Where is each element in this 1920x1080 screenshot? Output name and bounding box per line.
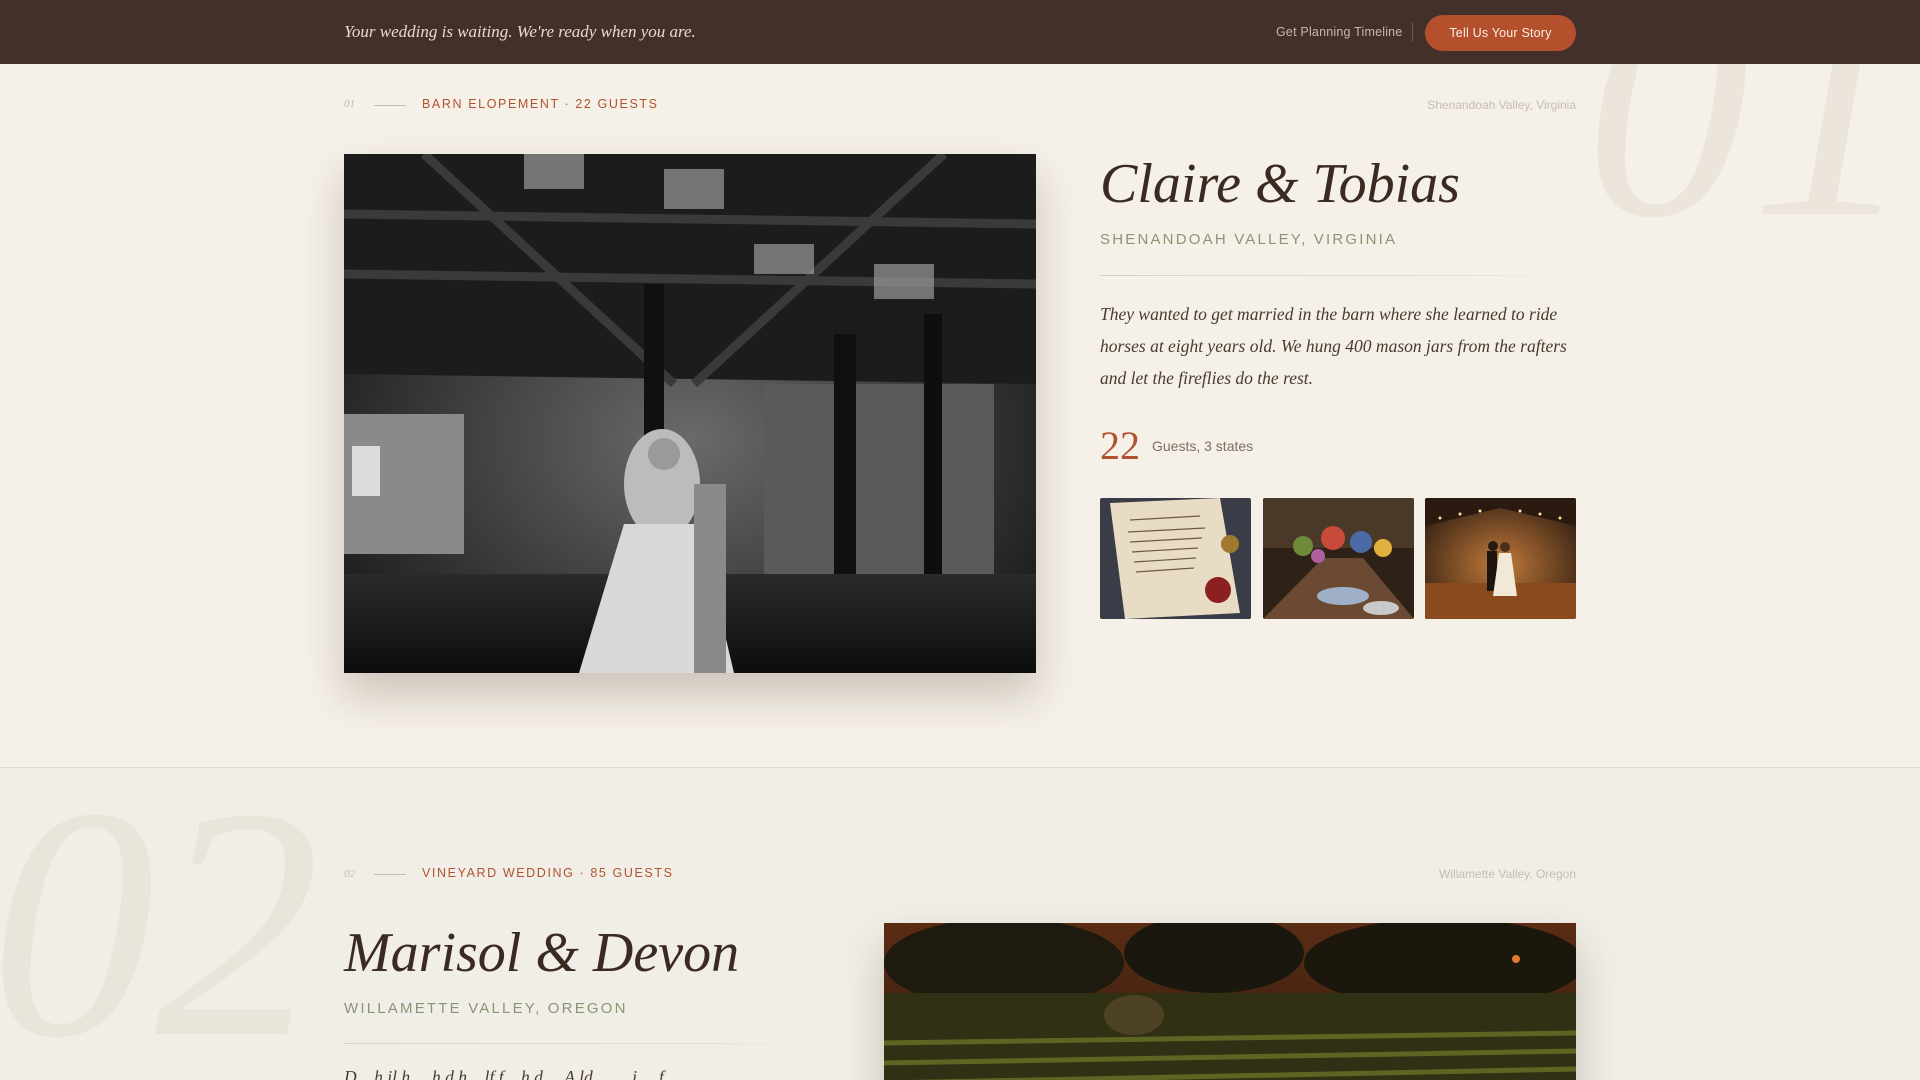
announcement-bar: Your wedding is waiting. We're ready whe… <box>0 0 1920 64</box>
story-index: 02 <box>344 868 355 880</box>
story-divider <box>1100 275 1560 276</box>
couple-name: Claire & Tobias <box>1100 153 1460 215</box>
story-location-small: Shenandoah Valley, Virginia <box>1427 98 1576 112</box>
story-divider <box>344 1043 804 1044</box>
story-category: BARN ELOPEMENT · 22 GUESTS <box>422 97 659 111</box>
story-category: VINEYARD WEDDING · 85 GUESTS <box>422 866 674 880</box>
couple-location: WILLAMETTE VALLEY, OREGON <box>344 1000 628 1017</box>
topbar-divider <box>1412 22 1413 42</box>
meta-rule <box>374 874 406 875</box>
story-main-photo[interactable] <box>884 923 1576 1080</box>
guest-count-label: Guests, 3 states <box>1152 438 1254 454</box>
story-location-small: Willamette Valley, Oregon <box>1439 867 1576 881</box>
gallery-thumb-vows[interactable] <box>1100 498 1251 619</box>
couple-dance-image <box>1425 498 1576 619</box>
wildflower-table-image <box>1263 498 1414 619</box>
story-section-marisol-devon: 02 02 VINEYARD WEDDING · 85 GUESTS Willa… <box>0 769 1920 1080</box>
gallery-thumb-table[interactable] <box>1263 498 1414 619</box>
story-big-number: 02 <box>0 769 320 1080</box>
vows-letter-image <box>1100 498 1251 619</box>
story-index: 01 <box>344 98 355 110</box>
story-big-number: 01 <box>1585 64 1915 286</box>
meta-rule <box>374 105 406 106</box>
guest-count-number: 22 <box>1100 423 1140 468</box>
planning-timeline-link[interactable]: Get Planning Timeline <box>1276 25 1403 39</box>
story-text: D... h il h ... h d h... lf f... h d ...… <box>344 1067 682 1080</box>
story-text: They wanted to get married in the barn w… <box>1100 304 1567 388</box>
vineyard-photo-image <box>884 923 1576 1080</box>
story-section-claire-tobias: 01 01 BARN ELOPEMENT · 22 GUESTS Shenand… <box>0 64 1920 768</box>
barn-photo-image <box>344 154 1036 673</box>
gallery-thumb-dance[interactable] <box>1425 498 1576 619</box>
story-main-photo[interactable] <box>344 154 1036 673</box>
couple-name: Marisol & Devon <box>344 922 740 984</box>
announcement-tagline: Your wedding is waiting. We're ready whe… <box>344 22 696 41</box>
couple-location: SHENANDOAH VALLEY, VIRGINIA <box>1100 231 1398 248</box>
tell-your-story-button[interactable]: Tell Us Your Story <box>1425 15 1576 51</box>
